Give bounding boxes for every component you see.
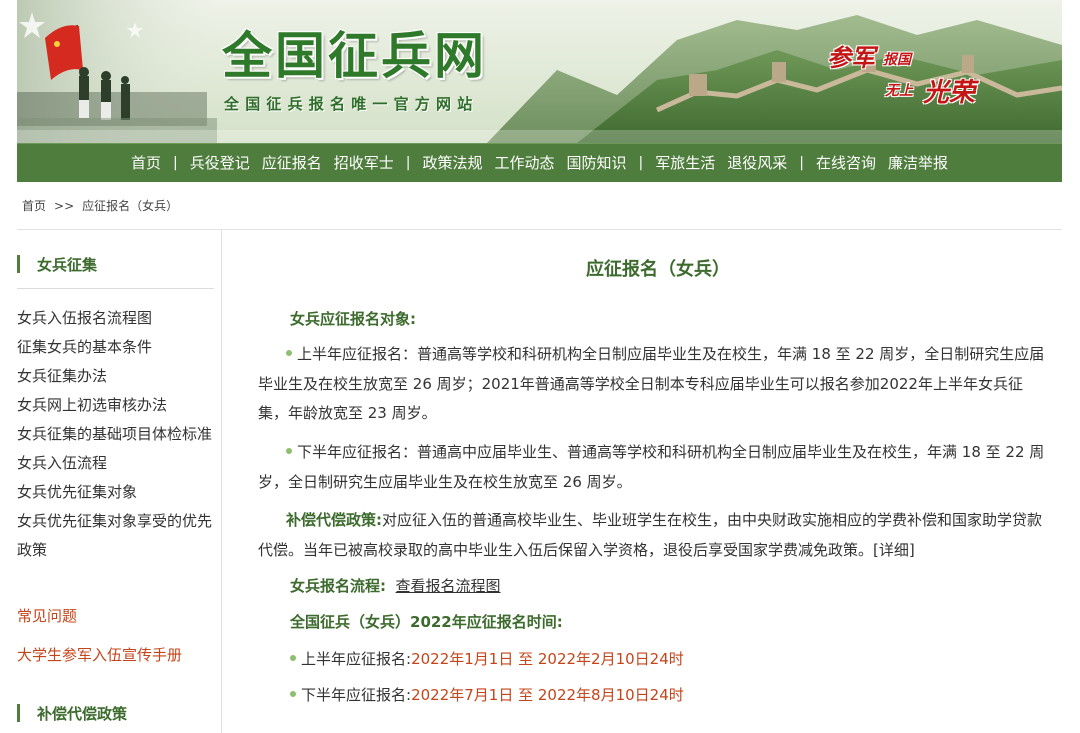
second-half-text: 下半年应征报名：普通高中应届毕业生、普通高等学校和科研机构全日制应届毕业生及在校… (258, 443, 1045, 491)
sidebar-link-faq[interactable]: 常见问题 (17, 606, 77, 626)
nav-defense-knowledge[interactable]: 国防知识 (561, 144, 633, 183)
nav-enlistment-signup[interactable]: 应征报名 (256, 144, 328, 183)
second-half-time-label: 下半年应征报名: (301, 686, 412, 704)
time-heading: 全国征兵（女兵）2022年应征报名时间: (290, 613, 563, 631)
sidebar-link-handbook[interactable]: 大学生参军入伍宣传手册 (17, 645, 182, 665)
compensation-label: 补偿代偿政策: (286, 511, 382, 529)
nav-military-life[interactable]: 军旅生活 (649, 144, 721, 183)
sidebar-section-compensation: 补偿代偿政策 (17, 703, 127, 723)
second-half-time: 2022年7月1日 至 2022年8月10日24时 (411, 686, 684, 704)
second-half-time-row: 下半年应征报名:2022年7月1日 至 2022年8月10日24时 (290, 685, 684, 705)
main-nav: 首页 | 兵役登记 应征报名 招收军士 | 政策法规 工作动态 国防知识 | 军… (17, 143, 1062, 182)
nav-separator: | (405, 154, 411, 171)
second-half-paragraph: 下半年应征报名：普通高中应届毕业生、普通高等学校和科研机构全日制应届毕业生及在校… (258, 438, 1048, 497)
sidebar-item-physical-standards[interactable]: 女兵征集的基础项目体检标准 (17, 420, 213, 449)
nav-separator: | (799, 154, 804, 171)
first-half-paragraph: 上半年应征报名：普通高等学校和科研机构全日制应届毕业生及在校生，年满 18 至 … (258, 340, 1048, 429)
sidebar-item-enlistment-process[interactable]: 女兵入伍流程 (17, 449, 213, 478)
compensation-paragraph: 补偿代偿政策:对应征入伍的普通高校毕业生、毕业班学生在校生，由中央财政实施相应的… (258, 506, 1048, 565)
process-label: 女兵报名流程: (290, 577, 386, 595)
nav-veteran-stories[interactable]: 退役风采 (721, 144, 793, 183)
sidebar-item-priority-targets[interactable]: 女兵优先征集对象 (17, 478, 213, 507)
slogan-join-army: 参军 (827, 43, 875, 72)
nav-work-news[interactable]: 工作动态 (488, 144, 560, 183)
site-subtitle: 全国征兵报名唯一官方网站 (224, 95, 479, 113)
slogan-glory: 光荣 (923, 78, 976, 108)
sidebar: 女兵征集 女兵入伍报名流程图 征集女兵的基本条件 女兵征集办法 女兵网上初选审核… (0, 230, 222, 733)
compensation-detail-link[interactable]: [详细] (873, 541, 915, 559)
nav-online-consult[interactable]: 在线咨询 (810, 144, 882, 183)
sidebar-list: 女兵入伍报名流程图 征集女兵的基本条件 女兵征集办法 女兵网上初选审核办法 女兵… (17, 304, 213, 565)
target-heading: 女兵应征报名对象: (290, 310, 416, 328)
bullet-dot (286, 447, 292, 454)
nav-military-registration[interactable]: 兵役登记 (184, 144, 256, 183)
nav-sergeant-recruitment[interactable]: 招收军士 (328, 144, 400, 183)
slogan-serve-country: 报国 (883, 52, 911, 68)
sidebar-section-title: 女兵征集 (37, 255, 98, 274)
breadcrumb: 首页 >> 应征报名（女兵） (22, 197, 178, 215)
process-row: 女兵报名流程: 查看报名流程图 (290, 576, 501, 596)
first-half-time: 2022年1月1日 至 2022年2月10日24时 (411, 650, 684, 668)
breadcrumb-separator: >> (54, 199, 75, 213)
slogan-supreme: 无上 (885, 83, 913, 99)
nav-separator: | (172, 154, 178, 171)
page-title: 应征报名（女兵） (586, 259, 730, 280)
breadcrumb-current: 应征报名（女兵） (82, 199, 179, 213)
sidebar-section-title: 补偿代偿政策 (37, 704, 128, 723)
bullet-dot (290, 690, 296, 697)
sidebar-item-basic-conditions[interactable]: 征集女兵的基本条件 (17, 333, 213, 362)
time-heading-row: 全国征兵（女兵）2022年应征报名时间: (290, 612, 563, 632)
section-marker (17, 255, 20, 273)
nav-integrity-report[interactable]: 廉洁举报 (882, 144, 954, 183)
sidebar-item-priority-policies[interactable]: 女兵优先征集对象享受的优先政策 (17, 507, 213, 565)
first-half-text: 上半年应征报名：普通高等学校和科研机构全日制应届毕业生及在校生，年满 18 至 … (258, 345, 1045, 422)
sidebar-divider (17, 288, 214, 289)
sidebar-item-recruitment-method[interactable]: 女兵征集办法 (17, 362, 213, 391)
sidebar-item-signup-flowchart[interactable]: 女兵入伍报名流程图 (17, 304, 213, 333)
nav-separator: | (638, 154, 644, 171)
sidebar-item-online-review[interactable]: 女兵网上初选审核办法 (17, 391, 213, 420)
first-half-time-label: 上半年应征报名: (301, 650, 412, 668)
page: 全国征兵网 全国征兵报名唯一官方网站 参军 报国 无上 光荣 首页 | 兵役登记… (0, 0, 1080, 733)
view-flowchart-link[interactable]: 查看报名流程图 (396, 577, 501, 595)
nav-home[interactable]: 首页 (125, 144, 167, 183)
header-banner: 全国征兵网 全国征兵报名唯一官方网站 参军 报国 无上 光荣 (17, 0, 1062, 143)
first-half-time-row: 上半年应征报名:2022年1月1日 至 2022年2月10日24时 (290, 649, 684, 669)
bullet-dot (286, 349, 292, 356)
site-title: 全国征兵网 (222, 27, 487, 85)
banner-scenery (17, 0, 1062, 143)
breadcrumb-home[interactable]: 首页 (22, 199, 46, 213)
section-marker (17, 704, 20, 722)
bullet-dot (290, 654, 296, 661)
sidebar-section-female-recruitment: 女兵征集 (17, 254, 97, 274)
nav-policies[interactable]: 政策法规 (416, 144, 488, 183)
